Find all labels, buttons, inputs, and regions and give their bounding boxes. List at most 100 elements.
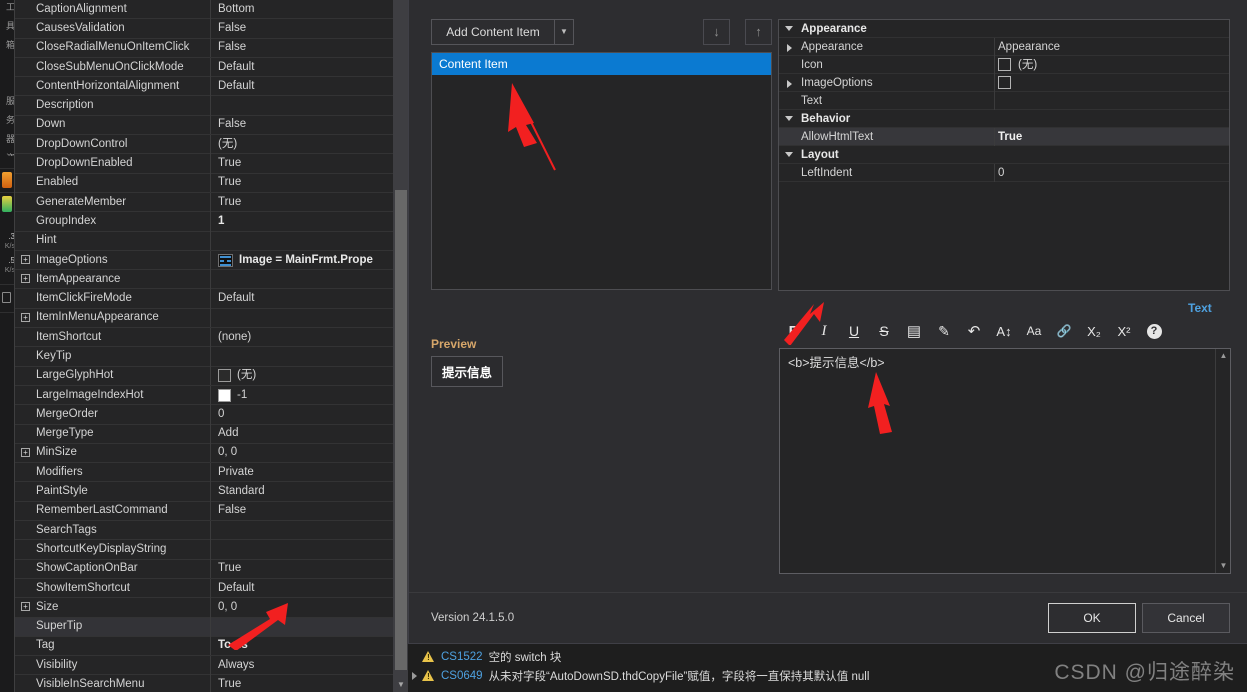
property-value[interactable]: True (218, 173, 393, 192)
property-value[interactable] (218, 270, 393, 289)
property-grid-scrollbar-thumb[interactable] (395, 190, 407, 670)
property-row[interactable]: AllowHtmlText True (779, 127, 1229, 146)
property-row[interactable]: GroupIndex 1 (15, 211, 393, 232)
property-row[interactable]: LeftIndent 0 (779, 163, 1229, 182)
move-item-down-button[interactable]: ↓ (703, 19, 730, 45)
property-row[interactable]: Hint (15, 231, 393, 251)
property-row[interactable]: CaptionAlignment Bottom (15, 0, 393, 20)
property-value[interactable]: -1 (218, 386, 393, 405)
property-value[interactable]: False (218, 115, 393, 134)
chevron-right-icon[interactable] (787, 44, 792, 52)
expand-plus-icon[interactable]: + (21, 602, 30, 612)
chevron-down-icon[interactable] (785, 152, 793, 157)
property-value[interactable]: (无) (218, 135, 393, 154)
italic-icon[interactable]: I (809, 317, 839, 345)
help-icon[interactable]: ? (1139, 317, 1169, 345)
subscript-icon[interactable]: X₂ (1079, 317, 1109, 345)
property-value[interactable]: Appearance (998, 38, 1228, 56)
property-row[interactable]: VisibleInSearchMenu True (15, 675, 393, 692)
property-row[interactable]: Modifiers Private (15, 462, 393, 483)
error-code[interactable]: CS1522 (441, 651, 483, 663)
ok-button[interactable]: OK (1048, 603, 1136, 633)
expand-plus-icon[interactable]: + (21, 312, 30, 322)
property-value[interactable] (998, 92, 1228, 110)
property-value[interactable]: 0 (998, 164, 1228, 182)
add-content-item-button[interactable]: Add Content Item (431, 19, 555, 45)
property-value[interactable]: 0, 0 (218, 443, 393, 462)
property-row[interactable]: ItemClickFireMode Default (15, 289, 393, 309)
font-case-icon[interactable]: Aa (1019, 317, 1049, 345)
property-value[interactable]: Image = MainFrmt.Prope (218, 251, 393, 270)
property-row[interactable]: Text (779, 91, 1229, 110)
property-value[interactable]: 1 (218, 212, 393, 231)
property-value[interactable]: True (218, 193, 393, 212)
chevron-right-icon[interactable] (787, 80, 792, 88)
chevron-right-icon[interactable] (412, 672, 417, 680)
property-value[interactable]: Default (218, 58, 393, 77)
property-value[interactable]: True (218, 154, 393, 173)
editor-scroll-down-arrow-icon[interactable]: ▼ (1216, 559, 1231, 573)
content-item-properties-grid[interactable]: Appearance Appearance Appearance Icon (无) Ima… (778, 19, 1230, 291)
property-category-header[interactable]: Layout (779, 146, 1229, 164)
property-category-header[interactable]: Behavior (779, 110, 1229, 128)
property-row[interactable]: CausesValidation False (15, 18, 393, 39)
property-grid-rows[interactable]: CaptionAlignment Bottom CausesValidation Fa… (15, 0, 393, 692)
server-explorer-vertical-label[interactable]: 服 务 器 资 源 管 理 器 (0, 96, 14, 156)
property-value[interactable]: (无) (218, 366, 393, 385)
property-value[interactable] (218, 617, 393, 636)
error-code[interactable]: CS0649 (441, 670, 483, 682)
property-row[interactable]: + Size 0, 0 (15, 597, 393, 618)
property-row[interactable]: Enabled True (15, 173, 393, 193)
property-value[interactable]: Default (218, 77, 393, 96)
property-row[interactable]: ShowCaptionOnBar True (15, 559, 393, 579)
property-row[interactable]: + ItemAppearance (15, 269, 393, 290)
property-value[interactable]: Add (218, 424, 393, 443)
property-value[interactable] (218, 231, 393, 250)
property-row[interactable]: MergeOrder 0 (15, 404, 393, 425)
property-value[interactable]: Default (218, 579, 393, 598)
property-value[interactable]: (none) (218, 328, 393, 347)
property-category-header[interactable]: Appearance (779, 20, 1229, 38)
scroll-down-arrow-icon[interactable]: ▼ (393, 678, 409, 692)
property-row[interactable]: SuperTip (15, 617, 393, 637)
property-row[interactable]: ShowItemShortcut Default (15, 578, 393, 599)
strikethrough-icon[interactable]: S (869, 317, 899, 345)
property-value[interactable] (218, 540, 393, 559)
superscript-icon[interactable]: X² (1109, 317, 1139, 345)
property-value[interactable]: Bottom (218, 0, 393, 19)
property-value[interactable]: (无) (998, 56, 1228, 74)
text-format-toolbar[interactable]: B I U S ▤ ✎ ↶ A↕ Aa 🔗 X₂ X²? (779, 313, 1231, 349)
property-row[interactable]: Description (15, 96, 393, 116)
undo-format-icon[interactable]: ↶ (959, 317, 989, 345)
property-value[interactable]: Private (218, 463, 393, 482)
property-value[interactable]: Standard (218, 482, 393, 501)
property-row[interactable]: ItemShortcut (none) (15, 327, 393, 348)
property-row[interactable]: Appearance Appearance (779, 37, 1229, 56)
paragraph-align-icon[interactable]: ▤ (899, 317, 929, 345)
error-list-panel[interactable]: CS1522 空的 switch 块 CS0649 从未对字段“AutoDownSD.… (408, 643, 1247, 692)
property-row[interactable]: SearchTags (15, 520, 393, 541)
property-row[interactable]: Tag Tools (15, 636, 393, 657)
property-value[interactable]: Tools (218, 636, 393, 655)
property-row[interactable]: CloseRadialMenuOnItemClick False (15, 38, 393, 58)
property-value[interactable] (218, 96, 393, 115)
add-content-item-dropdown-icon[interactable]: ▼ (555, 19, 574, 45)
property-row[interactable]: Icon (无) (779, 55, 1229, 74)
expand-plus-icon[interactable]: + (21, 447, 30, 457)
expand-plus-icon[interactable]: + (21, 274, 30, 284)
property-value[interactable]: 0, 0 (218, 598, 393, 617)
html-text-editor[interactable]: <b>提示信息</b> ▲ ▼ (779, 348, 1231, 574)
chevron-down-icon[interactable] (785, 116, 793, 121)
property-row[interactable]: DropDownEnabled True (15, 154, 393, 174)
font-size-icon[interactable]: A↕ (989, 317, 1019, 345)
property-value[interactable]: True (218, 675, 393, 692)
property-value[interactable]: Always (218, 656, 393, 675)
toolbox-vertical-label[interactable]: 工 具 箱 (0, 2, 14, 92)
property-value[interactable] (218, 521, 393, 540)
property-row[interactable]: Down False (15, 115, 393, 136)
property-value[interactable] (218, 347, 393, 366)
property-value[interactable]: Default (218, 289, 393, 308)
property-row[interactable]: + MinSize 0, 0 (15, 443, 393, 464)
property-row[interactable]: LargeGlyphHot (无) (15, 366, 393, 386)
expand-plus-icon[interactable]: + (21, 254, 30, 264)
